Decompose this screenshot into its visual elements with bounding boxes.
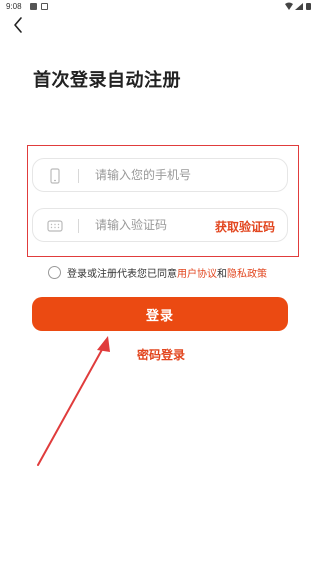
privacy-policy-link[interactable]: 隐私政策: [227, 265, 267, 280]
status-bar: 9:08: [0, 0, 320, 14]
status-indicators: [285, 2, 311, 10]
phone-icon: [50, 168, 60, 184]
login-button-label: 登录: [145, 308, 174, 324]
verification-code-field[interactable]: 获取验证码: [32, 208, 288, 242]
verification-code-input[interactable]: [95, 209, 205, 241]
wifi-icon: [285, 2, 293, 10]
agreement-text: 登录或注册代表您已同意: [67, 268, 177, 280]
notification-icon: [41, 3, 48, 10]
status-time: 9:08: [6, 2, 22, 11]
user-agreement-link[interactable]: 用户协议: [177, 265, 217, 280]
image-icon: [30, 3, 37, 10]
field-divider: [78, 219, 79, 233]
agreement-and-text: 和: [217, 268, 227, 280]
login-button[interactable]: 登录: [32, 297, 288, 331]
back-button[interactable]: [8, 14, 30, 36]
keyboard-icon: [47, 220, 63, 232]
field-divider: [78, 169, 79, 183]
phone-field[interactable]: [32, 158, 288, 192]
signal-icon: [295, 3, 303, 10]
page-title: 首次登录自动注册: [33, 70, 181, 91]
chevron-left-icon: [14, 17, 22, 33]
get-code-button[interactable]: 获取验证码: [215, 218, 275, 235]
agreement-row: 登录或注册代表您已同意 用户协议 和 隐私政策: [48, 264, 267, 280]
password-login-link[interactable]: 密码登录: [137, 346, 185, 363]
agreement-checkbox[interactable]: [48, 265, 61, 279]
phone-input[interactable]: [95, 159, 281, 191]
battery-icon: [306, 3, 311, 10]
